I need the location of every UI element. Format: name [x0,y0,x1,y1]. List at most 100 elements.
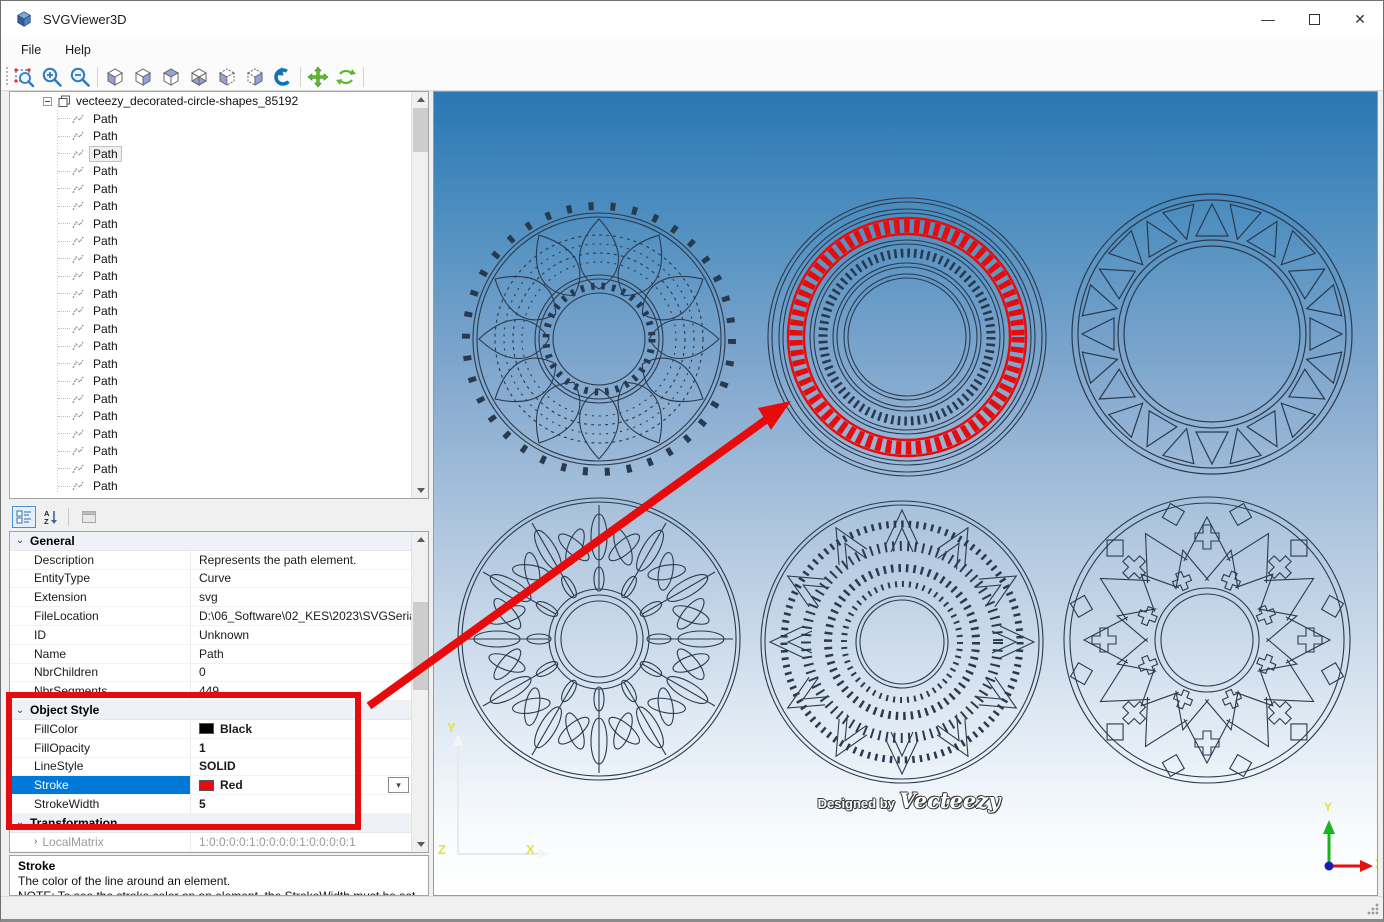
tree-item-path[interactable]: Path [10,128,411,146]
property-value[interactable]: Black [190,719,411,738]
scroll-up-arrow[interactable] [412,92,428,107]
scroll-thumb[interactable] [413,108,428,152]
maximize-button[interactable] [1291,1,1337,37]
scroll-down-arrow[interactable] [412,837,428,852]
property-value[interactable]: 0 [190,663,411,682]
tree-item-path[interactable]: Path [10,460,411,478]
tree-item-path[interactable]: Path [10,215,411,233]
tree-item-path[interactable]: Path [10,408,411,426]
category-header-general[interactable]: ⌄ General [10,532,411,551]
view-top-button[interactable] [157,64,185,90]
property-row-stroke[interactable]: Stroke Red ▾ [10,776,411,796]
menu-help[interactable]: Help [53,37,103,63]
watermark: Designed by Vecteezy [764,788,1054,813]
view-right-button[interactable] [129,64,157,90]
tree-item-path[interactable]: Path [10,180,411,198]
category-collapse-icon[interactable]: ⌄ [10,535,30,546]
tree-item-path[interactable]: Path [10,320,411,338]
category-collapse-icon[interactable]: ⌄ [10,817,30,828]
property-row-strokewidth[interactable]: StrokeWidth 5 [10,795,411,814]
property-pages-button[interactable] [77,506,101,528]
tree-item-path[interactable]: Path [10,233,411,251]
tree-item-path[interactable]: Path [10,443,411,461]
property-value[interactable]: Red [190,776,411,795]
property-row-extension[interactable]: Extension svg [10,588,411,608]
tree-item-path[interactable]: Path [10,250,411,268]
tree-collapse-icon[interactable] [43,96,52,106]
orbit-button[interactable] [332,64,360,90]
sort-alphabetical-button[interactable]: A Z [39,506,63,528]
property-row-fillcolor[interactable]: FillColor Black [10,719,411,739]
property-row-localmatrix[interactable]: › LocalMatrix 1:0:0:0:0:1:0:0:0:0:1:0:0:0:… [10,832,411,852]
tree-item-path[interactable]: Path [10,198,411,216]
property-value[interactable]: Represents the path element. [190,550,411,569]
scroll-up-arrow[interactable] [412,532,428,547]
axes-overlay [453,734,550,859]
viewport-3d[interactable]: Designed by Vecteezy Y Z X Y X [433,91,1378,896]
tree-root-item[interactable]: vecteezy_decorated-circle-shapes_85192 [10,92,411,110]
expander-icon[interactable]: › [34,836,37,847]
tree-item-path[interactable]: Path [10,425,411,443]
tree-item-path[interactable]: Path [10,373,411,391]
view-back-button[interactable] [241,64,269,90]
tree-item-label: Path [93,269,118,284]
tree-item-path[interactable]: Path [10,145,411,163]
menu-file[interactable]: File [9,37,53,63]
view-left-button[interactable] [213,64,241,90]
property-row-filelocation[interactable]: FileLocation D:\06_Software\02_KES\2023\S… [10,607,411,626]
property-name: › LocalMatrix [34,834,104,849]
scroll-thumb[interactable] [413,602,428,690]
reset-view-button[interactable] [269,64,297,90]
property-scrollbar[interactable] [411,532,428,852]
property-row-linestyle[interactable]: LineStyle SOLID [10,757,411,777]
zoom-in-icon [42,67,62,87]
category-collapse-icon[interactable]: ⌄ [10,705,30,716]
resize-grip[interactable] [1367,903,1379,915]
stroke-dropdown-button[interactable]: ▾ [388,777,409,794]
close-button[interactable]: ✕ [1337,1,1383,37]
property-value[interactable]: 449 [190,682,411,701]
property-row-description[interactable]: Description Represents the path element. [10,550,411,570]
property-value[interactable]: svg [190,588,411,607]
category-header-object-style[interactable]: ⌄ Object Style [10,701,411,720]
property-row-entitytype[interactable]: EntityType Curve [10,569,411,589]
property-value[interactable]: D:\06_Software\02_KES\2023\SVGSerial [190,607,411,625]
property-value[interactable]: 5 [190,795,411,813]
tree-item-path[interactable]: Path [10,110,411,128]
tree-item-path[interactable]: Path [10,355,411,373]
property-row-name[interactable]: Name Path [10,644,411,664]
property-row-nbrsegments[interactable]: NbrSegments 449 [10,682,411,702]
tree-item-path[interactable]: Path [10,268,411,286]
tree-item-path[interactable]: Path [10,303,411,321]
categorized-view-button[interactable] [12,506,36,528]
tree-scrollbar[interactable] [411,92,428,498]
toolbar-separator [363,66,364,87]
tree-item-path[interactable]: Path [10,338,411,356]
pan-button[interactable] [304,64,332,90]
zoom-out-button[interactable] [66,64,94,90]
property-value[interactable]: 1 [190,738,411,757]
property-row-nbrchildren[interactable]: NbrChildren 0 [10,663,411,683]
property-value[interactable]: Curve [190,569,411,588]
svg-text:Z: Z [44,517,49,525]
property-value[interactable]: Path [190,644,411,663]
zoom-in-button[interactable] [38,64,66,90]
scroll-down-arrow[interactable] [412,483,428,498]
property-row-fillopacity[interactable]: FillOpacity 1 [10,738,411,758]
tree-item-path[interactable]: Path [10,390,411,408]
tree-item-path[interactable]: Path [10,285,411,303]
view-cube-left-icon [106,67,124,86]
property-value[interactable]: 1:0:0:0:0:1:0:0:0:0:1:0:0:0:0:1 [190,832,411,851]
tree-item-path[interactable]: Path [10,163,411,181]
minimize-button[interactable]: — [1245,1,1291,37]
property-row-id[interactable]: ID Unknown [10,625,411,645]
property-value[interactable]: Unknown [190,625,411,644]
path-icon [72,340,84,352]
path-icon [72,305,84,317]
zoom-region-button[interactable] [10,64,38,90]
view-bottom-button[interactable] [185,64,213,90]
property-value[interactable]: SOLID [190,757,411,776]
tree-item-path[interactable]: Path [10,478,411,496]
view-isometric-button[interactable] [101,64,129,90]
category-header-transformation[interactable]: ⌄ Transformation [10,813,411,833]
